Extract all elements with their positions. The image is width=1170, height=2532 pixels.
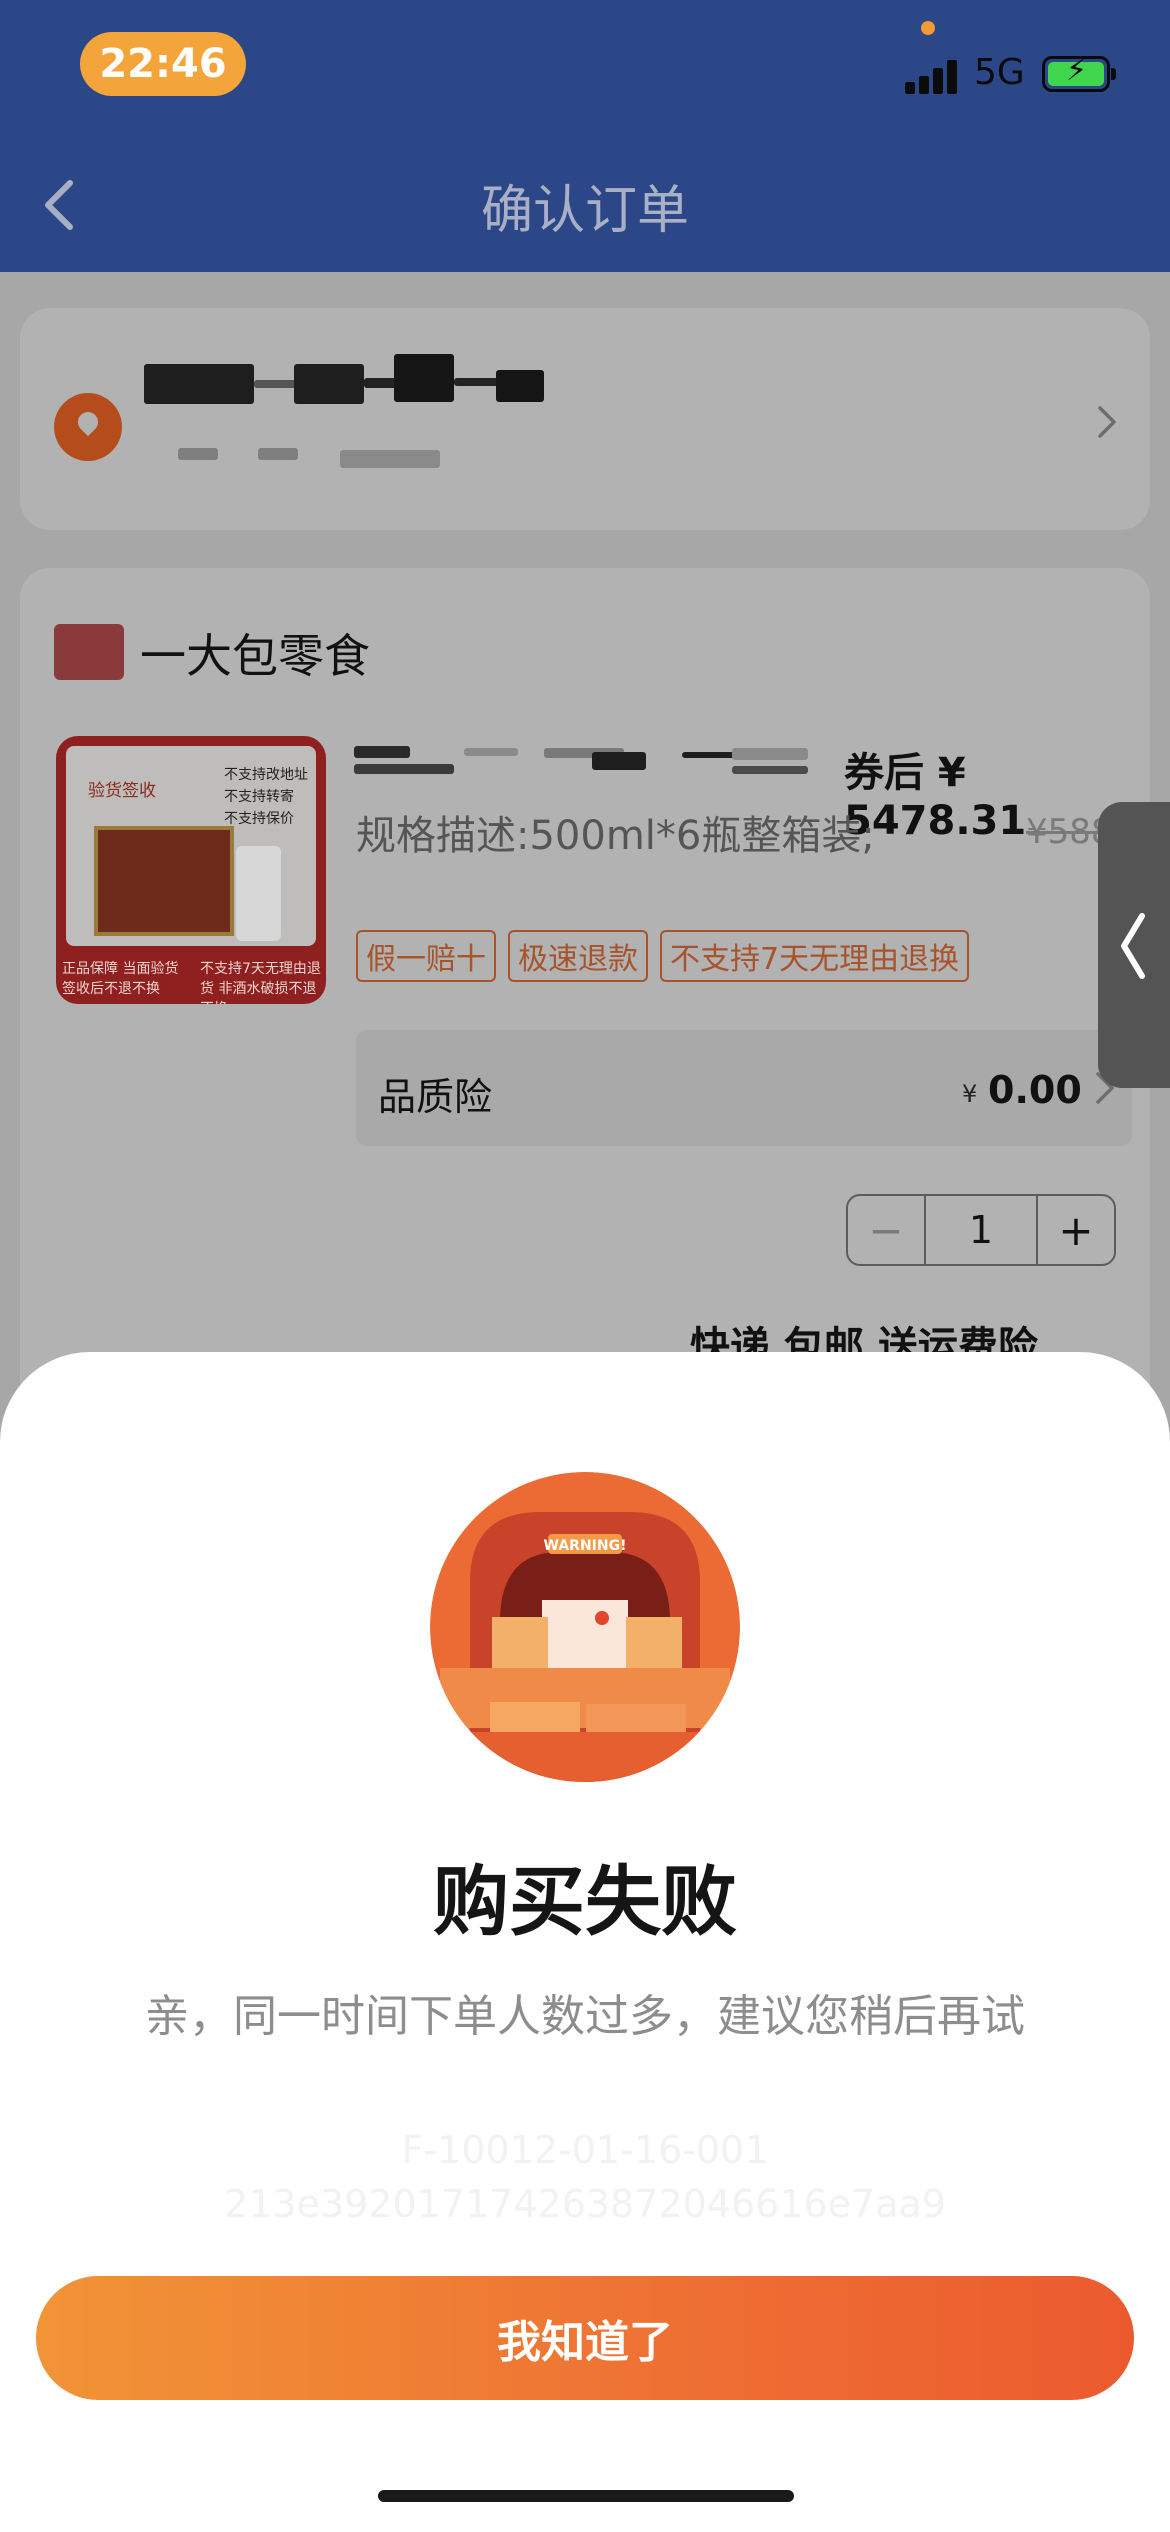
svg-text:WARNING!: WARNING! xyxy=(544,1538,627,1554)
liquor-bottle xyxy=(236,846,281,941)
insurance-price: 0.00 xyxy=(988,1068,1082,1112)
service-tags: 假一赔十 极速退款 不支持7天无理由退换 xyxy=(356,930,970,982)
image-tag-4: 不支持保价 xyxy=(224,811,294,827)
quantity-stepper: − 1 + xyxy=(846,1194,1116,1266)
service-tag: 不支持7天无理由退换 xyxy=(660,930,970,982)
confirm-button[interactable]: 我知道了 xyxy=(36,2276,1134,2400)
status-time: 22:46 xyxy=(80,32,246,96)
purchase-failed-sheet: WARNING! 购买失败 亲，同一时间下单人数过多，建议您稍后再试 F-100… xyxy=(0,1352,1170,2532)
image-footer-left: 正品保障 当面验货 签收后不退不换 xyxy=(62,961,179,997)
insurance-currency: ¥ xyxy=(962,1080,978,1108)
network-type: 5G xyxy=(974,52,1025,93)
shop-logo xyxy=(54,624,124,680)
dialog-title: 购买失败 xyxy=(433,1857,737,1946)
error-code: F-10012-01-16-001 xyxy=(401,2128,769,2172)
quantity-value[interactable]: 1 xyxy=(924,1196,1038,1264)
image-footer-right: 不支持7天无理由退货 非酒水破损不退不换 xyxy=(200,961,321,1004)
page-title: 确认订单 xyxy=(480,181,689,241)
quantity-plus-button[interactable]: + xyxy=(1038,1196,1114,1264)
side-drawer-handle[interactable] xyxy=(1098,802,1170,1088)
location-pin-icon xyxy=(54,393,122,461)
product-image[interactable]: 验货签收 不支持改地址 不支持转寄 不支持保价 正品保障 当面验货 签收后不退不… xyxy=(56,736,326,1004)
shop-name[interactable]: 一大包零食 xyxy=(140,620,370,686)
address-card[interactable] xyxy=(20,308,1150,530)
chevron-right-icon xyxy=(1098,406,1116,438)
service-tag: 假一赔十 xyxy=(356,930,496,982)
liquor-box xyxy=(94,826,234,936)
image-tag-1: 验货签收 xyxy=(88,781,156,801)
top-bar: 22:46 5G ⚡ 确认订单 xyxy=(0,0,1170,272)
image-tag-3: 不支持转寄 xyxy=(224,789,294,805)
product-spec: 规格描述:500ml*6瓶整箱装; xyxy=(356,813,875,859)
image-tag-2: 不支持改地址 xyxy=(224,767,308,783)
quality-insurance-row[interactable]: 品质险 ¥ 0.00 xyxy=(356,1030,1132,1146)
insurance-label: 品质险 xyxy=(378,1075,493,1119)
privacy-indicator-dot xyxy=(921,21,935,35)
dialog-message: 亲，同一时间下单人数过多，建议您稍后再试 xyxy=(145,1991,1025,2042)
trace-id: 213e392017174263872046616e7aa9 xyxy=(224,2182,946,2226)
chevron-left-icon xyxy=(1121,913,1145,979)
battery-charging-icon: ⚡ xyxy=(1042,56,1116,92)
quantity-minus-button[interactable]: − xyxy=(848,1196,924,1264)
signal-icon xyxy=(905,58,961,94)
warning-van-icon: WARNING! xyxy=(430,1472,740,1782)
order-card: 一大包零食 验货签收 不支持改地址 不支持转寄 不支持保价 正品保障 当面验货 … xyxy=(20,568,1150,1468)
home-indicator[interactable] xyxy=(378,2490,794,2502)
service-tag: 极速退款 xyxy=(508,930,648,982)
